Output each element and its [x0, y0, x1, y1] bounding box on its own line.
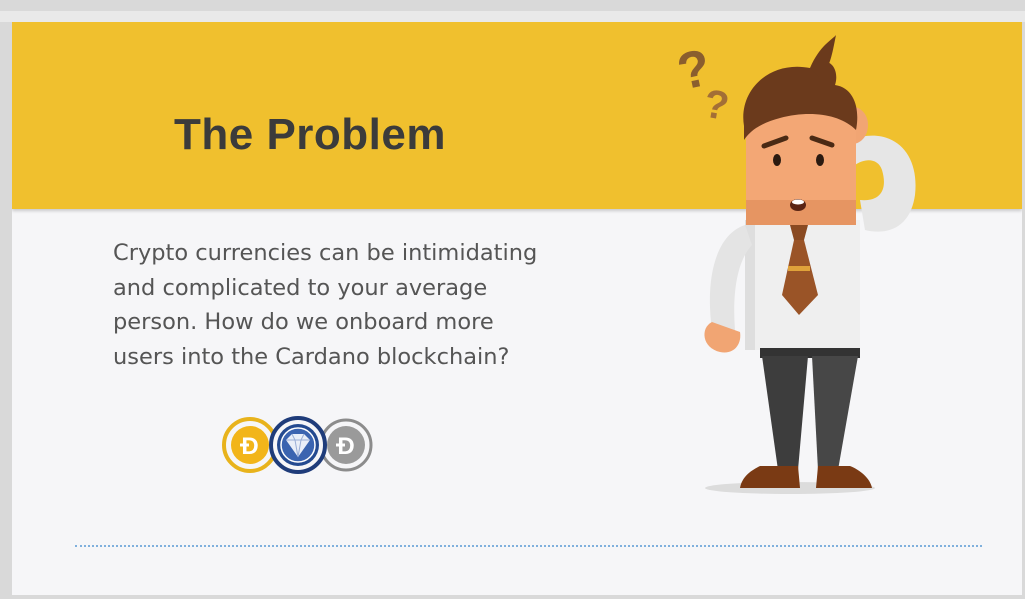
diamond-token-icon — [269, 416, 327, 474]
gold-dogecoin-icon: D — [222, 417, 278, 473]
coin-icons: D D — [222, 416, 373, 474]
slide-title: The Problem — [174, 110, 446, 159]
silver-dogecoin-icon: D — [319, 418, 373, 472]
window-top-edge — [0, 11, 1025, 22]
question-marks-icon: ? ? — [672, 39, 732, 130]
dotted-divider — [75, 545, 982, 547]
confused-businessman-illustration: ? ? — [672, 35, 916, 494]
slide-body-text: Crypto currencies can be intimidating an… — [113, 240, 538, 370]
